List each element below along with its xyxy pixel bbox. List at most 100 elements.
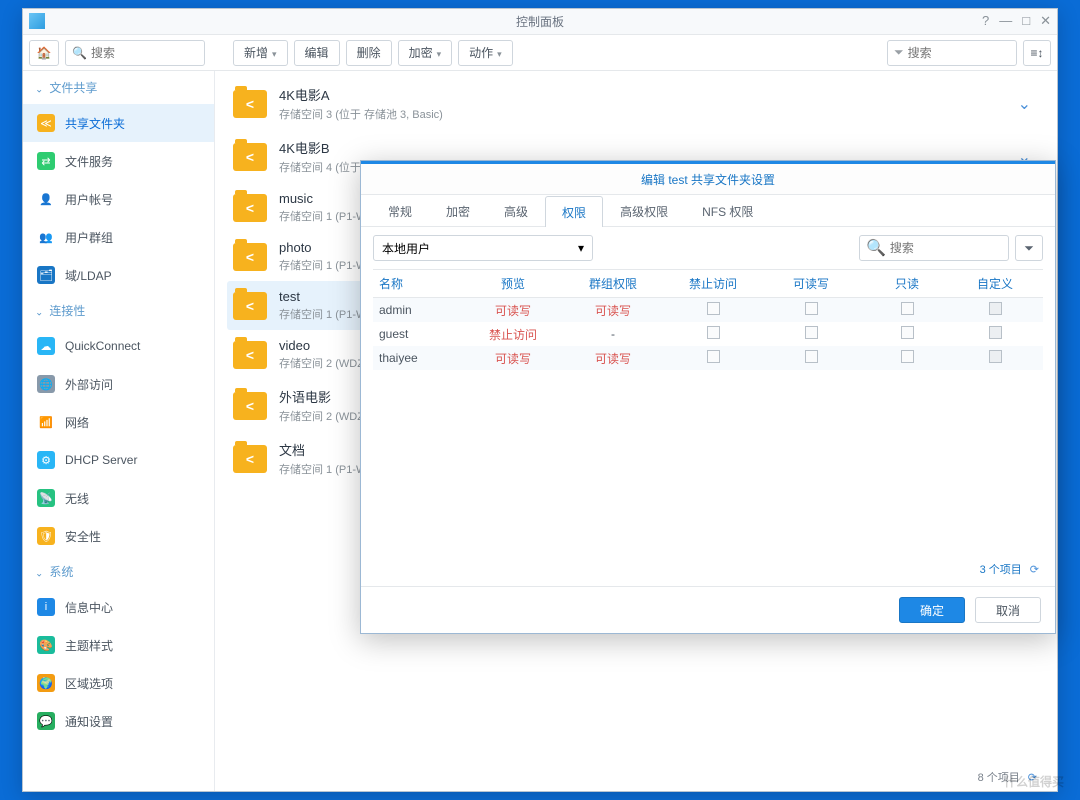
close-button[interactable]: ✕ [1040, 13, 1051, 29]
col-preview[interactable]: 预览 [463, 275, 563, 292]
cell: admin [373, 303, 463, 317]
cell [663, 350, 763, 366]
checkbox[interactable] [805, 326, 818, 339]
shared-folder-icon: ≪ [37, 114, 55, 132]
tab-高级[interactable]: 高级 [487, 195, 545, 226]
table-row[interactable]: guest禁止访问- [373, 322, 1043, 346]
col-ro[interactable]: 只读 [859, 275, 955, 292]
chevron-down-icon: ▾ [578, 241, 584, 255]
table-row[interactable]: thaiyee可读写可读写 [373, 346, 1043, 370]
col-group[interactable]: 群组权限 [563, 275, 663, 292]
sidebar-item-label: 用户帐号 [65, 191, 113, 208]
delete-button[interactable]: 删除 [346, 40, 392, 66]
cell [955, 302, 1035, 318]
security-icon: 🛡 [37, 527, 55, 545]
help-button[interactable]: ? [982, 13, 989, 29]
table-row[interactable]: admin可读写可读写 [373, 298, 1043, 322]
tab-高级权限[interactable]: 高级权限 [603, 195, 685, 226]
cell [763, 302, 859, 318]
encrypt-button[interactable]: 加密 [398, 40, 453, 66]
notification-icon: 💬 [37, 712, 55, 730]
dialog-search-input[interactable] [890, 241, 1002, 255]
external-access-icon: 🌐 [37, 375, 55, 393]
sidebar-item-network[interactable]: 📶 网络 [23, 403, 214, 441]
sidebar-section[interactable]: 系统 [23, 555, 214, 588]
sort-button[interactable]: ≡↕ [1023, 40, 1051, 66]
share-folder-icon: < [233, 194, 267, 222]
minimize-button[interactable]: — [999, 13, 1012, 29]
sidebar-item-label: 网络 [65, 414, 89, 431]
sidebar-item-user[interactable]: 👤用户帐号 [23, 180, 214, 218]
sidebar-item-label: 文件服务 [65, 153, 113, 170]
home-button[interactable]: 🏠 [29, 40, 59, 66]
tab-常规[interactable]: 常规 [371, 195, 429, 226]
cell [859, 350, 955, 366]
main-search[interactable]: ⏷ [887, 40, 1017, 66]
sidebar-item-wireless[interactable]: 📡无线 [23, 479, 214, 517]
checkbox[interactable] [707, 326, 720, 339]
sidebar-item-group[interactable]: 👥用户群组 [23, 218, 214, 256]
app-icon [29, 13, 45, 29]
permissions-table: 名称 预览 群组权限 禁止访问 可读写 只读 自定义 admin可读写可读写gu… [373, 269, 1043, 586]
checkbox[interactable] [901, 326, 914, 339]
folder-name: 4K电影B [279, 138, 998, 157]
dialog-search[interactable]: 🔍 [859, 235, 1009, 261]
dhcp-icon: ⚙ [37, 451, 55, 469]
cell [955, 326, 1035, 342]
sidebar-item-notification[interactable]: 💬通知设置 [23, 702, 214, 740]
folder-name: 4K电影A [279, 85, 998, 104]
sidebar-item-label: 无线 [65, 490, 89, 507]
checkbox[interactable] [901, 302, 914, 315]
checkbox[interactable] [805, 350, 818, 363]
sidebar-search[interactable]: 🔍 [65, 40, 205, 66]
sidebar-item-file-services[interactable]: ⇄文件服务 [23, 142, 214, 180]
sidebar-item-regional[interactable]: 🌍区域选项 [23, 664, 214, 702]
cell [955, 350, 1035, 366]
folder-row[interactable]: <4K电影A存储空间 3 (位于 存储池 3, Basic)⌄ [227, 77, 1045, 130]
cancel-button[interactable]: 取消 [975, 597, 1041, 623]
filter-button[interactable]: ⏷ [1015, 235, 1043, 261]
sidebar-item-label: QuickConnect [65, 339, 140, 353]
action-button[interactable]: 动作 [458, 40, 513, 66]
sidebar-item-dhcp[interactable]: ⚙ DHCP Server [23, 441, 214, 479]
sidebar-search-input[interactable] [91, 46, 198, 60]
watermark: 什么值得买 [1004, 773, 1064, 790]
tab-权限[interactable]: 权限 [545, 196, 603, 227]
user-scope-select[interactable]: 本地用户▾ [373, 235, 593, 261]
window-controls: ? — □ ✕ [982, 13, 1051, 29]
sidebar-item-info[interactable]: i信息中心 [23, 588, 214, 626]
sidebar-item-label: DHCP Server [65, 453, 137, 467]
checkbox[interactable] [707, 350, 720, 363]
sidebar-item-quickconnect[interactable]: ☁QuickConnect [23, 327, 214, 365]
edit-button[interactable]: 编辑 [294, 40, 340, 66]
checkbox[interactable] [805, 302, 818, 315]
network-icon: 📶 [37, 413, 55, 431]
tab-加密[interactable]: 加密 [429, 195, 487, 226]
share-folder-icon: < [233, 292, 267, 320]
sidebar-section[interactable]: 文件共享 [23, 71, 214, 104]
tab-NFS 权限[interactable]: NFS 权限 [685, 195, 770, 226]
sidebar-item-ldap[interactable]: 🗂域/LDAP [23, 256, 214, 294]
refresh-icon[interactable]: ⟳ [1030, 563, 1039, 576]
checkbox[interactable] [901, 350, 914, 363]
sidebar-item-external-access[interactable]: 🌐外部访问 [23, 365, 214, 403]
regional-icon: 🌍 [37, 674, 55, 692]
sidebar-item-theme[interactable]: 🎨主题样式 [23, 626, 214, 664]
sidebar-section[interactable]: 连接性 [23, 294, 214, 327]
col-rw[interactable]: 可读写 [763, 275, 859, 292]
col-custom[interactable]: 自定义 [955, 275, 1035, 292]
col-deny[interactable]: 禁止访问 [663, 275, 763, 292]
col-name[interactable]: 名称 [373, 275, 463, 292]
checkbox[interactable] [707, 302, 720, 315]
checkbox [989, 326, 1002, 339]
maximize-button[interactable]: □ [1022, 13, 1030, 29]
cell: 可读写 [563, 302, 663, 319]
chevron-down-icon[interactable]: ⌄ [1010, 94, 1039, 114]
share-folder-icon: < [233, 445, 267, 473]
share-folder-icon: < [233, 392, 267, 420]
sidebar-item-security[interactable]: 🛡安全性 [23, 517, 214, 555]
sidebar-item-shared-folder[interactable]: ≪共享文件夹 [23, 104, 214, 142]
main-search-input[interactable] [908, 46, 1010, 60]
new-button[interactable]: 新增 [233, 40, 288, 66]
ok-button[interactable]: 确定 [899, 597, 965, 623]
